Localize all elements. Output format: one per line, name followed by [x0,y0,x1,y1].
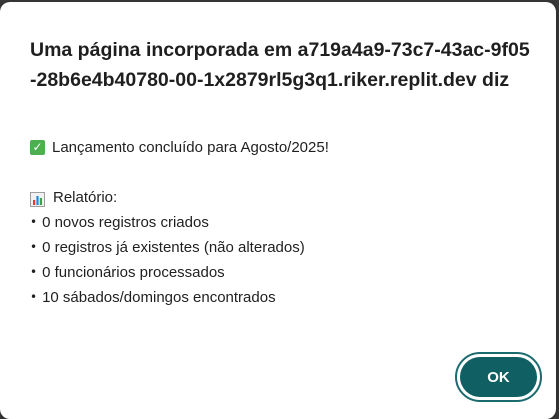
ok-button[interactable]: OK [460,357,537,397]
bullet-mark: • [30,240,38,254]
ok-button-focus-ring: OK [455,352,542,402]
bullet-mark: • [30,265,38,279]
report-item: • 10 sábados/domingos encontrados [30,285,535,310]
headline-text: Lançamento concluído para Agosto/2025! [52,139,329,156]
dialog-message: ✓ Lançamento concluído para Agosto/2025!… [30,135,535,310]
dialog-title: Uma página incorporada em a719a4a9-73c7-… [30,39,530,91]
check-mark-icon: ✓ [30,140,45,155]
report-item-text: 10 sábados/domingos encontrados [42,289,276,306]
report-item: • 0 novos registros criados [30,210,535,235]
bullet-mark: • [30,290,38,304]
report-item: • 0 registros já existentes (não alterad… [30,235,535,260]
headline-line: ✓ Lançamento concluído para Agosto/2025! [30,135,535,160]
report-item-text: 0 funcionários processados [42,264,225,281]
bar-chart-icon [30,190,45,207]
report-item: • 0 funcionários processados [30,260,535,285]
report-item-text: 0 novos registros criados [42,214,209,231]
report-item-text: 0 registros já existentes (não alterados… [42,239,305,256]
bullet-mark: • [30,215,38,229]
report-heading-line: Relatório: [30,185,535,210]
report-heading-text: Relatório: [53,189,118,206]
alert-dialog: Uma página incorporada em a719a4a9-73c7-… [0,2,556,419]
